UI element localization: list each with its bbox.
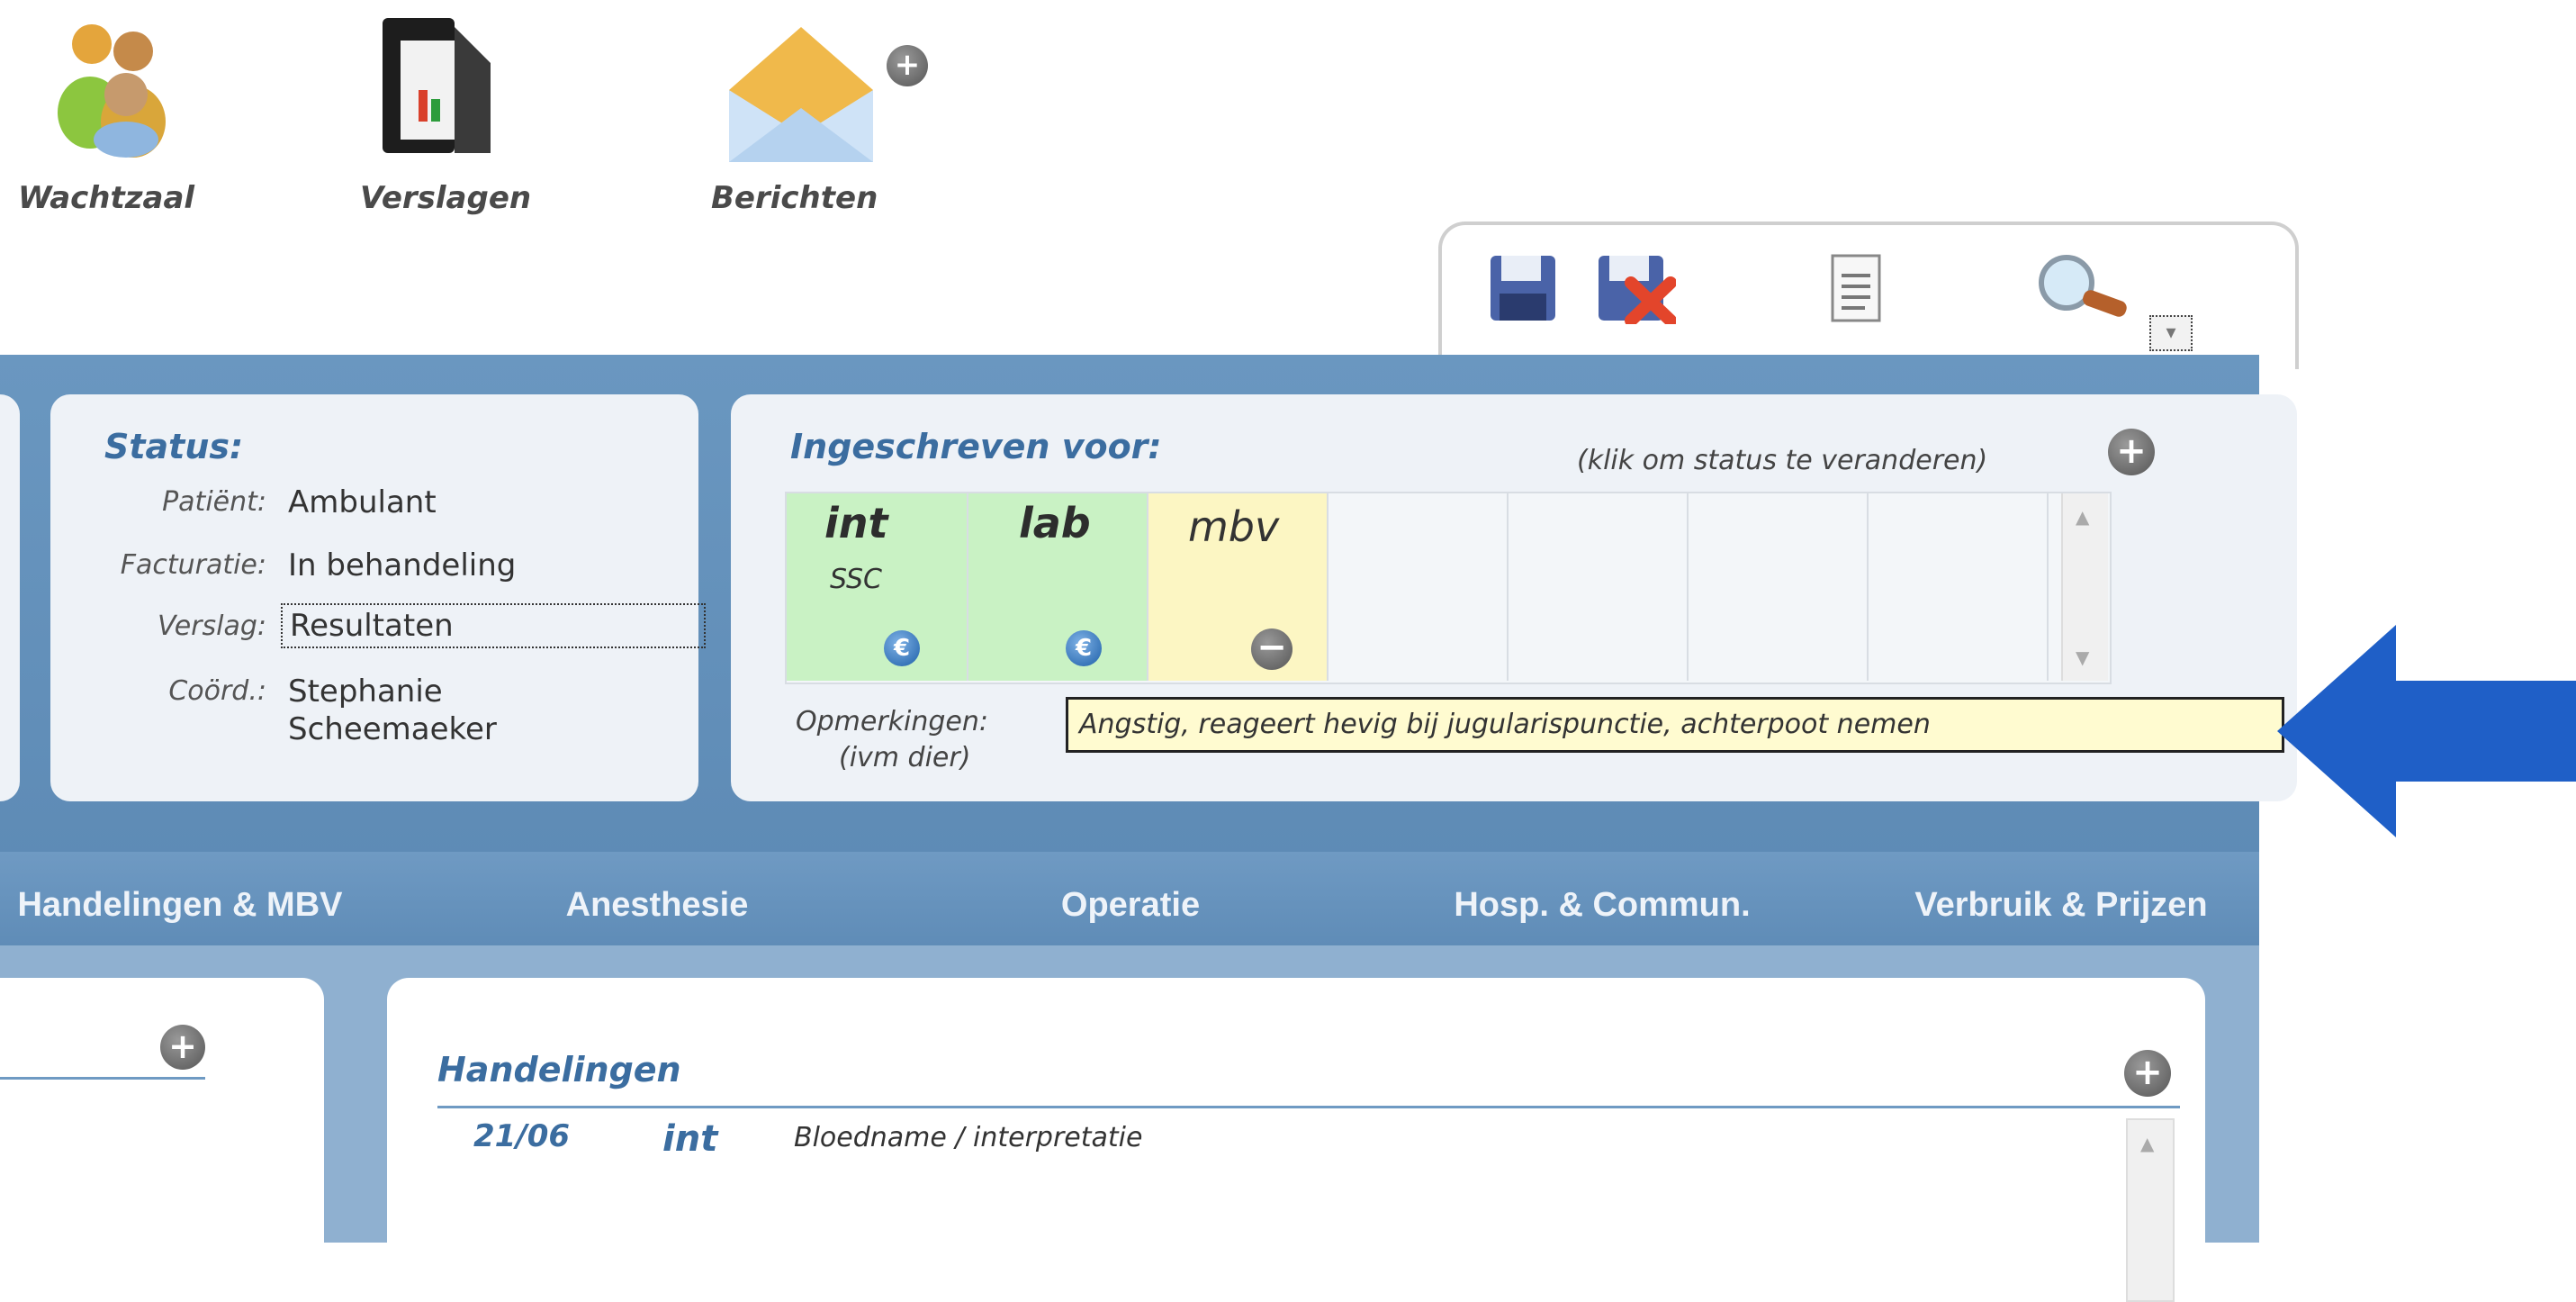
toolbar-berichten[interactable]: + Berichten — [702, 9, 972, 225]
handelingen-divider — [437, 1106, 2180, 1108]
status-value-facturatie[interactable]: In behandeling — [288, 547, 516, 583]
status-value-verslag[interactable]: Resultaten — [281, 603, 706, 648]
billing-euro-icon[interactable]: € — [884, 630, 920, 666]
status-title: Status: — [104, 427, 244, 466]
left-panel-edge — [0, 394, 20, 801]
add-handeling-icon[interactable]: + — [2124, 1050, 2171, 1097]
department-code-int: int — [824, 499, 888, 547]
department-sub-int: SSC — [830, 564, 882, 595]
add-registration-icon[interactable]: + — [2108, 429, 2155, 475]
handelingen-title: Handelingen — [437, 1050, 681, 1090]
department-cell-empty[interactable] — [1869, 493, 2049, 681]
status-label-facturatie: Facturatie: — [120, 549, 266, 581]
scroll-down-icon[interactable]: ▼ — [2076, 646, 2089, 668]
left-content-panel: + — [0, 978, 324, 1275]
add-message-icon[interactable]: + — [887, 45, 928, 86]
toolbar-label-verslagen: Verslagen — [360, 180, 532, 216]
status-value-patient[interactable]: Ambulant — [288, 484, 437, 520]
document-icon[interactable] — [1829, 252, 1883, 328]
department-cell-empty[interactable] — [1689, 493, 1869, 681]
billing-euro-icon[interactable]: € — [1066, 630, 1102, 666]
row-description: Bloedname / interpretatie — [794, 1122, 1143, 1153]
remarks-sublabel: (ivm dier) — [839, 742, 971, 773]
tab-operatie[interactable]: Operatie — [896, 852, 1365, 933]
toolbar-wachtzaal[interactable]: Wachtzaal — [18, 9, 243, 225]
handelingen-panel: Handelingen + 21/06 int Bloedname / inte… — [387, 978, 2205, 1302]
reports-folder-icon — [374, 9, 500, 166]
messages-envelope-icon — [720, 9, 882, 175]
department-grid-scrollbar[interactable]: ▲ ▼ — [2061, 493, 2108, 681]
registration-hint: (klik om status te veranderen) — [1577, 445, 1988, 476]
row-date: 21/06 — [473, 1118, 571, 1154]
search-icon[interactable] — [2036, 252, 2144, 328]
registration-panel: Ingeschreven voor: (klik om status te ve… — [731, 394, 2297, 801]
add-left-item-icon[interactable]: + — [160, 1025, 205, 1070]
status-label-coordinator: Coörd.: — [168, 675, 266, 707]
toolbar-label-wachtzaal: Wachtzaal — [18, 180, 195, 216]
discard-icon[interactable] — [1595, 252, 1677, 328]
status-label-verslag: Verslag: — [157, 610, 266, 642]
tab-verbruik-prijzen[interactable]: Verbruik & Prijzen — [1827, 852, 2295, 933]
toolbar-verslagen[interactable]: Verslagen — [342, 9, 576, 225]
status-label-patient: Patiënt: — [162, 486, 266, 518]
row-dept: int — [662, 1118, 718, 1160]
tab-anesthesie[interactable]: Anesthesie — [423, 852, 891, 933]
scroll-up-icon[interactable]: ▲ — [2140, 1133, 2154, 1154]
department-cell-empty[interactable] — [1329, 493, 1509, 681]
remarks-label: Opmerkingen: — [796, 706, 989, 737]
save-icon[interactable] — [1487, 252, 1559, 328]
department-code-lab: lab — [1019, 499, 1091, 547]
action-toolbox: ▾ — [1438, 222, 2299, 369]
pointer-arrow-icon — [2277, 625, 2576, 837]
left-panel-divider — [0, 1077, 205, 1080]
department-cell-lab[interactable]: lab € — [968, 493, 1148, 681]
department-cell-int[interactable]: int SSC € — [787, 493, 968, 681]
remove-department-icon[interactable]: − — [1251, 628, 1293, 670]
toolbar-label-berichten: Berichten — [711, 180, 878, 216]
table-row[interactable]: 21/06 int Bloedname / interpretatie — [437, 1118, 2103, 1172]
search-options-dropdown[interactable]: ▾ — [2149, 315, 2193, 351]
waiting-room-icon — [54, 14, 171, 161]
department-code-mbv: mbv — [1188, 502, 1280, 551]
remarks-field[interactable]: Angstig, reageert hevig bij jugularispun… — [1066, 697, 2284, 753]
registration-title: Ingeschreven voor: — [790, 427, 1162, 466]
tab-handelingen-mbv[interactable]: Handelingen & MBV — [0, 852, 414, 933]
status-value-coordinator-2[interactable]: Scheemaeker — [288, 711, 497, 747]
department-cell-mbv[interactable]: mbv − — [1148, 493, 1329, 681]
department-cell-empty[interactable] — [1509, 493, 1689, 681]
handelingen-scrollbar[interactable]: ▲ — [2126, 1118, 2175, 1302]
scroll-up-icon[interactable]: ▲ — [2076, 506, 2089, 528]
tab-hosp-commun[interactable]: Hosp. & Commun. — [1368, 852, 1836, 933]
status-value-coordinator[interactable]: Stephanie — [288, 674, 443, 710]
status-panel: Status: Patiënt: Ambulant Facturatie: In… — [50, 394, 706, 801]
